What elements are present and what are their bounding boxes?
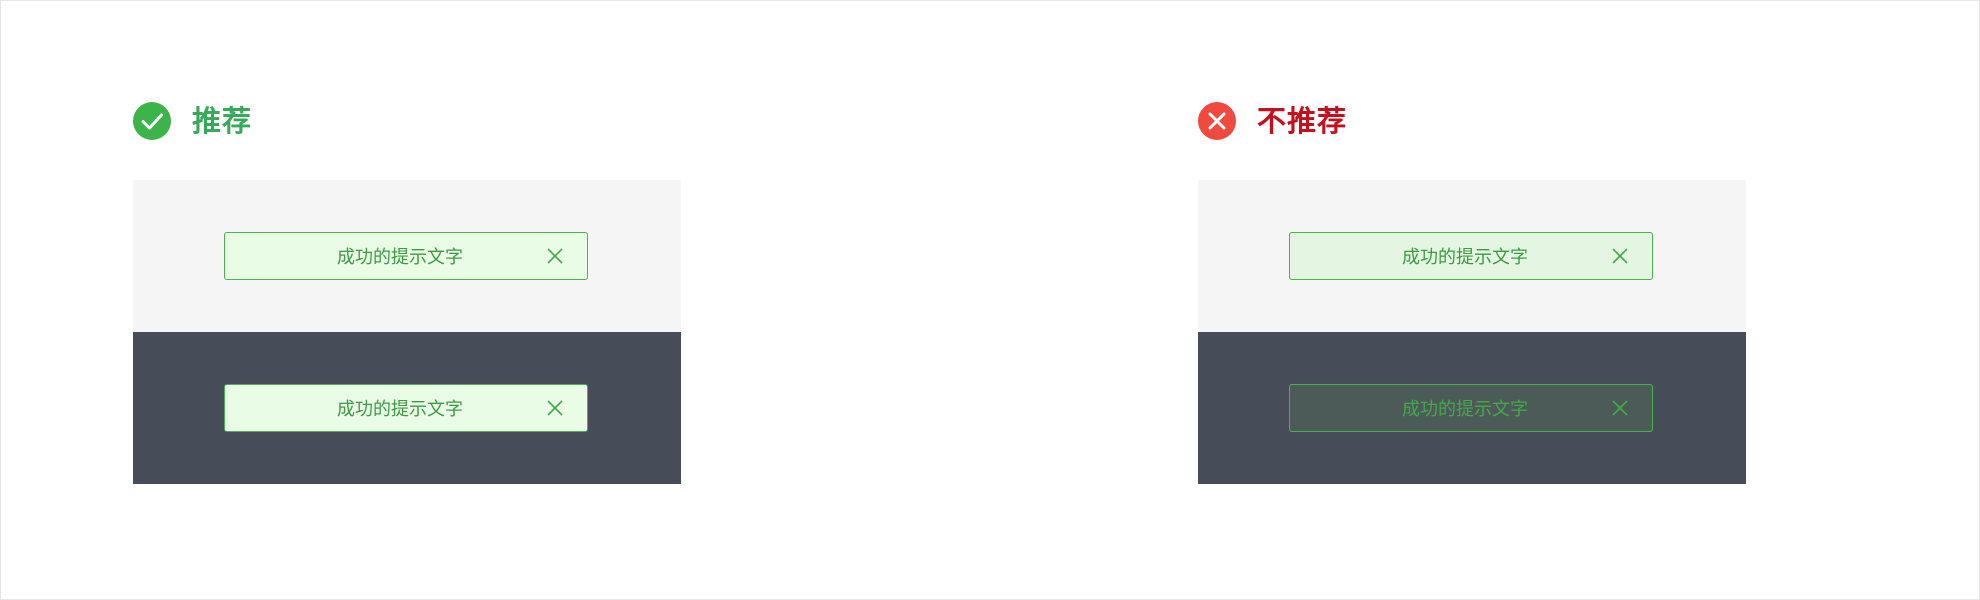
not-recommended-header: 不推荐 (1198, 102, 1347, 140)
light-background-area: 成功的提示文字 (1198, 180, 1746, 332)
recommended-header: 推荐 (133, 102, 252, 140)
close-icon[interactable] (1600, 233, 1640, 279)
success-toast: 成功的提示文字 (1289, 232, 1653, 280)
toast-message: 成功的提示文字 (1402, 399, 1528, 420)
success-toast: 成功的提示文字 (224, 384, 588, 432)
check-circle-icon (133, 102, 171, 140)
close-icon[interactable] (1600, 385, 1640, 431)
light-background-area: 成功的提示文字 (133, 180, 681, 332)
toast-message: 成功的提示文字 (337, 247, 463, 268)
toast-message: 成功的提示文字 (1402, 247, 1528, 268)
close-icon[interactable] (535, 233, 575, 279)
close-icon[interactable] (535, 385, 575, 431)
not-recommended-preview-panel: 成功的提示文字 成功的提示文字 (1198, 180, 1746, 484)
recommended-preview-panel: 成功的提示文字 成功的提示文字 (133, 180, 681, 484)
not-recommended-title: 不推荐 (1257, 104, 1348, 138)
success-toast: 成功的提示文字 (224, 232, 588, 280)
toast-message: 成功的提示文字 (337, 399, 463, 420)
recommended-title: 推荐 (192, 104, 253, 138)
dark-background-area: 成功的提示文字 (133, 332, 681, 484)
dark-background-area: 成功的提示文字 (1198, 332, 1746, 484)
success-toast: 成功的提示文字 (1289, 384, 1653, 432)
close-circle-icon (1198, 102, 1236, 140)
